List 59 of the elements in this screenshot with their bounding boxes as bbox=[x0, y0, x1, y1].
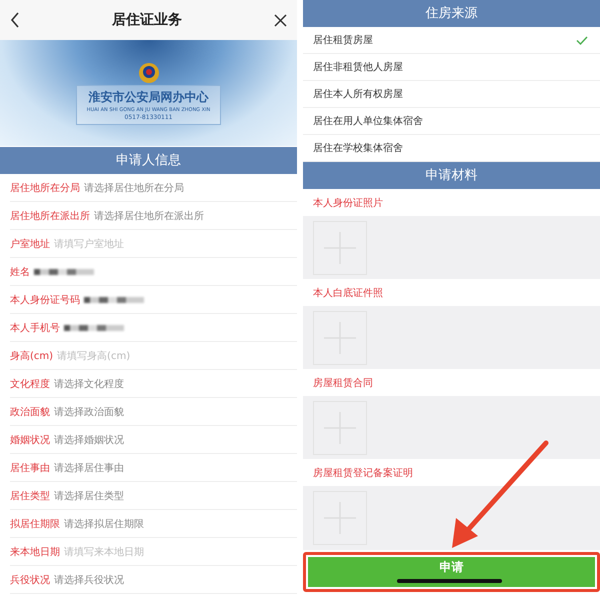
section-header: 申请材料 bbox=[303, 162, 600, 189]
field-label: 居住地所在派出所 bbox=[10, 210, 90, 222]
field-label: 姓名 bbox=[10, 266, 30, 278]
form-row[interactable]: 兵役状况 请选择兵役状况 bbox=[10, 566, 297, 594]
form-row[interactable]: 文化程度 请选择文化程度 bbox=[10, 370, 297, 398]
form-row[interactable]: 婚姻状况 请选择婚姻状况 bbox=[10, 426, 297, 454]
section-header: 申请人信息 bbox=[0, 147, 297, 174]
back-icon[interactable] bbox=[10, 12, 20, 28]
form-row[interactable]: 姓名 bbox=[10, 258, 297, 286]
field-label: 政治面貌 bbox=[10, 406, 50, 418]
select-placeholder[interactable]: 请选择政治面貌 bbox=[54, 404, 124, 418]
select-placeholder[interactable]: 请选择拟居住期限 bbox=[64, 516, 144, 530]
material-label: 房屋租赁合同 bbox=[303, 369, 600, 396]
field-label: 兵役状况 bbox=[10, 574, 50, 586]
form-row[interactable]: 户室地址 请填写户室地址 bbox=[10, 230, 297, 258]
submit-button[interactable]: 申请 bbox=[303, 552, 600, 592]
form-row[interactable]: 拟居住期限 请选择拟居住期限 bbox=[10, 510, 297, 538]
housing-option[interactable]: 居住本人所有权房屋 bbox=[303, 81, 600, 108]
form-row[interactable]: 居住事由 请选择居住事由 bbox=[10, 454, 297, 482]
select-placeholder[interactable]: 请选择居住事由 bbox=[54, 460, 124, 474]
banner-title: 淮安市公安局网办中心 bbox=[88, 88, 208, 106]
select-placeholder[interactable]: 请选择文化程度 bbox=[54, 376, 124, 390]
field-label: 居住地所在分局 bbox=[10, 182, 80, 194]
material-label: 本人身份证照片 bbox=[303, 189, 600, 216]
page-title: 居住证业务 bbox=[112, 11, 182, 29]
field-label: 来本地日期 bbox=[10, 546, 60, 558]
housing-option[interactable]: 居住非租赁他人房屋 bbox=[303, 54, 600, 81]
form-row[interactable]: 本人身份证号码 bbox=[10, 286, 297, 314]
select-placeholder[interactable]: 请选择居住地所在派出所 bbox=[94, 208, 204, 222]
section-header: 住房来源 bbox=[303, 0, 600, 27]
form-row[interactable]: 居住地所在分局 请选择居住地所在分局 bbox=[10, 174, 297, 202]
form-row[interactable]: 居住类型 请选择居住类型 bbox=[10, 482, 297, 510]
form-row[interactable]: 本人手机号 bbox=[10, 314, 297, 342]
housing-option[interactable]: 居住在用人单位集体宿舍 bbox=[303, 108, 600, 135]
form-row[interactable]: 身高(cm) 请填写身高(cm) bbox=[10, 342, 297, 370]
field-label: 文化程度 bbox=[10, 378, 50, 390]
form-row[interactable]: 居住地所在派出所 请选择居住地所在派出所 bbox=[10, 202, 297, 230]
field-label: 居住类型 bbox=[10, 490, 50, 502]
select-placeholder[interactable]: 请选择居住地所在分局 bbox=[84, 180, 184, 194]
field-label: 拟居住期限 bbox=[10, 518, 60, 530]
select-placeholder[interactable]: 请选择居住类型 bbox=[54, 488, 124, 502]
police-emblem-icon bbox=[138, 62, 160, 84]
redacted-value bbox=[34, 268, 94, 274]
housing-option[interactable]: 居住租赁房屋 bbox=[303, 27, 600, 54]
field-label: 婚姻状况 bbox=[10, 434, 50, 446]
field-label: 居住事由 bbox=[10, 462, 50, 474]
field-label: 本人手机号 bbox=[10, 322, 60, 334]
form-row[interactable]: 来本地日期 请填写来本地日期 bbox=[10, 538, 297, 566]
close-icon[interactable] bbox=[274, 14, 287, 26]
form-row[interactable]: 政治面貌 请选择政治面貌 bbox=[10, 398, 297, 426]
material-label: 本人白底证件照 bbox=[303, 279, 600, 306]
material-label: 房屋租赁登记备案证明 bbox=[303, 459, 600, 486]
redacted-value bbox=[64, 324, 124, 330]
field-label: 户室地址 bbox=[10, 238, 50, 250]
redacted-value bbox=[84, 296, 144, 302]
field-label: 本人身份证号码 bbox=[10, 294, 80, 306]
field-label: 身高(cm) bbox=[10, 350, 54, 362]
select-placeholder[interactable]: 请选择兵役状况 bbox=[54, 572, 124, 586]
select-placeholder[interactable]: 请选择婚姻状况 bbox=[54, 432, 124, 446]
